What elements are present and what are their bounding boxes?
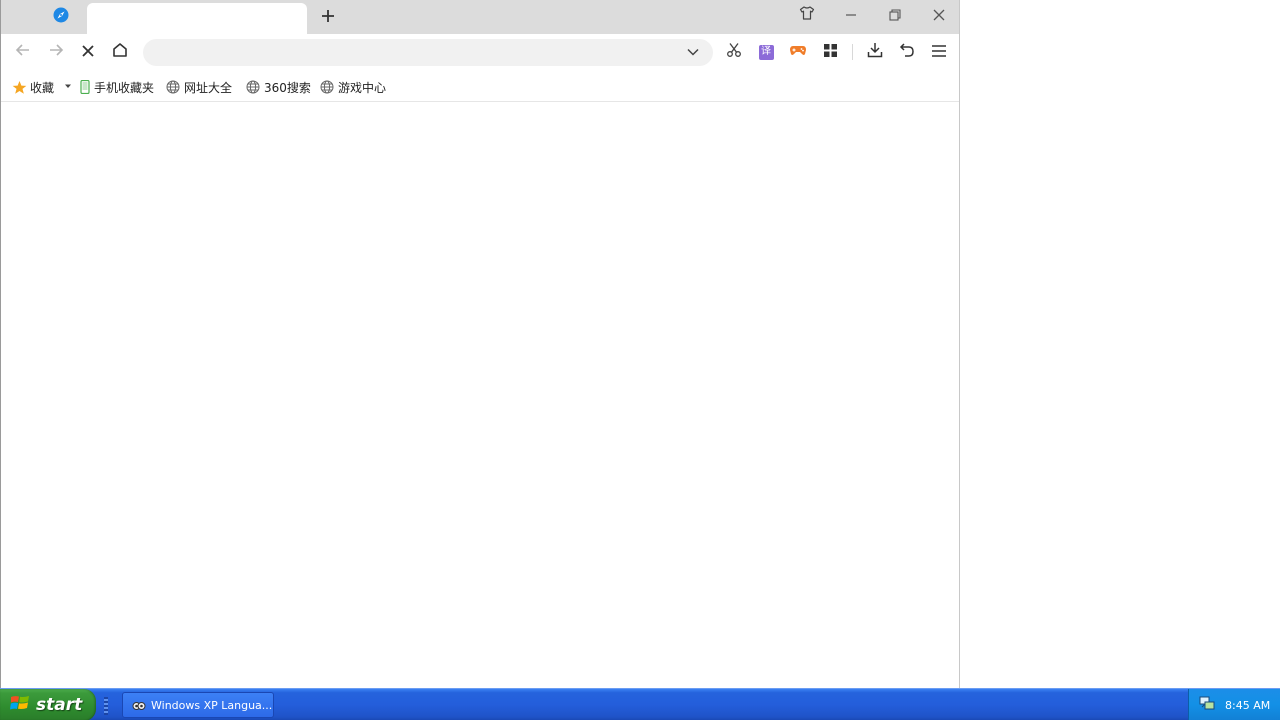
star-icon [11, 79, 27, 95]
start-label: start [36, 695, 83, 715]
arrow-right-icon [48, 42, 64, 62]
globe-icon [165, 79, 181, 95]
taskbar: start Windows XP Langua... 8:45 AM [0, 688, 1280, 720]
skin-button[interactable] [787, 2, 827, 28]
bookmark-label: 网址大全 [184, 80, 233, 95]
undo-icon [899, 42, 915, 62]
tab-active[interactable] [87, 3, 307, 34]
bookmark-label: 游戏中心 [338, 80, 387, 95]
chevron-down-icon [686, 44, 700, 63]
clock[interactable]: 8:45 AM [1225, 699, 1270, 712]
menu-button[interactable] [925, 38, 953, 66]
arrow-left-icon [15, 42, 31, 62]
stop-button[interactable] [74, 38, 102, 66]
address-dropdown-button[interactable] [683, 43, 703, 63]
favorites-dropdown-button[interactable] [63, 78, 73, 96]
globe-icon [245, 79, 261, 95]
gamepad-icon [789, 42, 807, 62]
bookmarks-bar: 收藏 手机收藏夹 网址大全 360搜索 游戏中心 [1, 72, 959, 102]
menu-icon [931, 43, 947, 62]
toolbar-divider [852, 44, 853, 60]
caret-down-icon [63, 80, 73, 94]
download-icon [867, 42, 883, 62]
stop-icon [81, 43, 95, 62]
taskbar-item-language-bar[interactable]: Windows XP Langua... [122, 692, 274, 718]
bookmark-label: 收藏 [30, 80, 55, 95]
language-bar-icon [131, 697, 147, 713]
bookmark-favorites[interactable]: 收藏 [11, 78, 54, 96]
undo-button[interactable] [893, 38, 921, 66]
bookmark-mobile-favorites[interactable]: 手机收藏夹 [79, 78, 154, 96]
back-button[interactable] [9, 38, 37, 66]
apps-icon [823, 43, 838, 62]
compass-icon [53, 7, 69, 27]
close-icon [933, 6, 945, 25]
browser-window: 译 收藏 手机收藏夹 网址大全 360搜索 游戏中心 [0, 0, 960, 688]
address-input[interactable] [157, 43, 677, 62]
window-close-button[interactable] [919, 2, 959, 28]
download-button[interactable] [861, 38, 889, 66]
system-tray: 8:45 AM [1188, 689, 1280, 720]
restore-button[interactable] [875, 2, 915, 28]
plus-icon [321, 6, 335, 28]
tab-inactive[interactable] [41, 6, 81, 28]
network-icon[interactable] [1199, 695, 1215, 715]
game-button[interactable] [784, 38, 812, 66]
forward-button[interactable] [42, 38, 70, 66]
globe-icon [319, 79, 335, 95]
home-icon [112, 42, 128, 62]
bookmark-url-directory[interactable]: 网址大全 [165, 78, 232, 96]
translate-icon: 译 [758, 44, 774, 60]
bookmark-360-search[interactable]: 360搜索 [245, 78, 311, 96]
page-content[interactable] [1, 103, 959, 688]
home-button[interactable] [106, 38, 134, 66]
taskbar-grip[interactable] [104, 697, 108, 715]
new-tab-button[interactable] [315, 5, 341, 29]
phone-icon [79, 79, 91, 95]
translate-glyph: 译 [761, 46, 771, 57]
minimize-icon [845, 6, 857, 25]
minimize-button[interactable] [831, 2, 871, 28]
restore-icon [889, 6, 901, 25]
taskbar-item-label: Windows XP Langua... [151, 698, 273, 712]
apps-button[interactable] [816, 38, 844, 66]
scissors-icon [726, 42, 742, 62]
skin-icon [799, 5, 815, 25]
screenshot-button[interactable] [720, 38, 748, 66]
address-bar [143, 39, 713, 66]
bookmark-label: 360搜索 [264, 80, 311, 95]
translate-button[interactable]: 译 [752, 38, 780, 66]
bookmark-label: 手机收藏夹 [94, 80, 155, 95]
bookmark-game-center[interactable]: 游戏中心 [319, 78, 386, 96]
windows-logo-icon [10, 694, 30, 716]
navigation-toolbar: 译 [1, 34, 959, 70]
tab-strip [1, 0, 959, 34]
start-button[interactable]: start [0, 689, 96, 720]
